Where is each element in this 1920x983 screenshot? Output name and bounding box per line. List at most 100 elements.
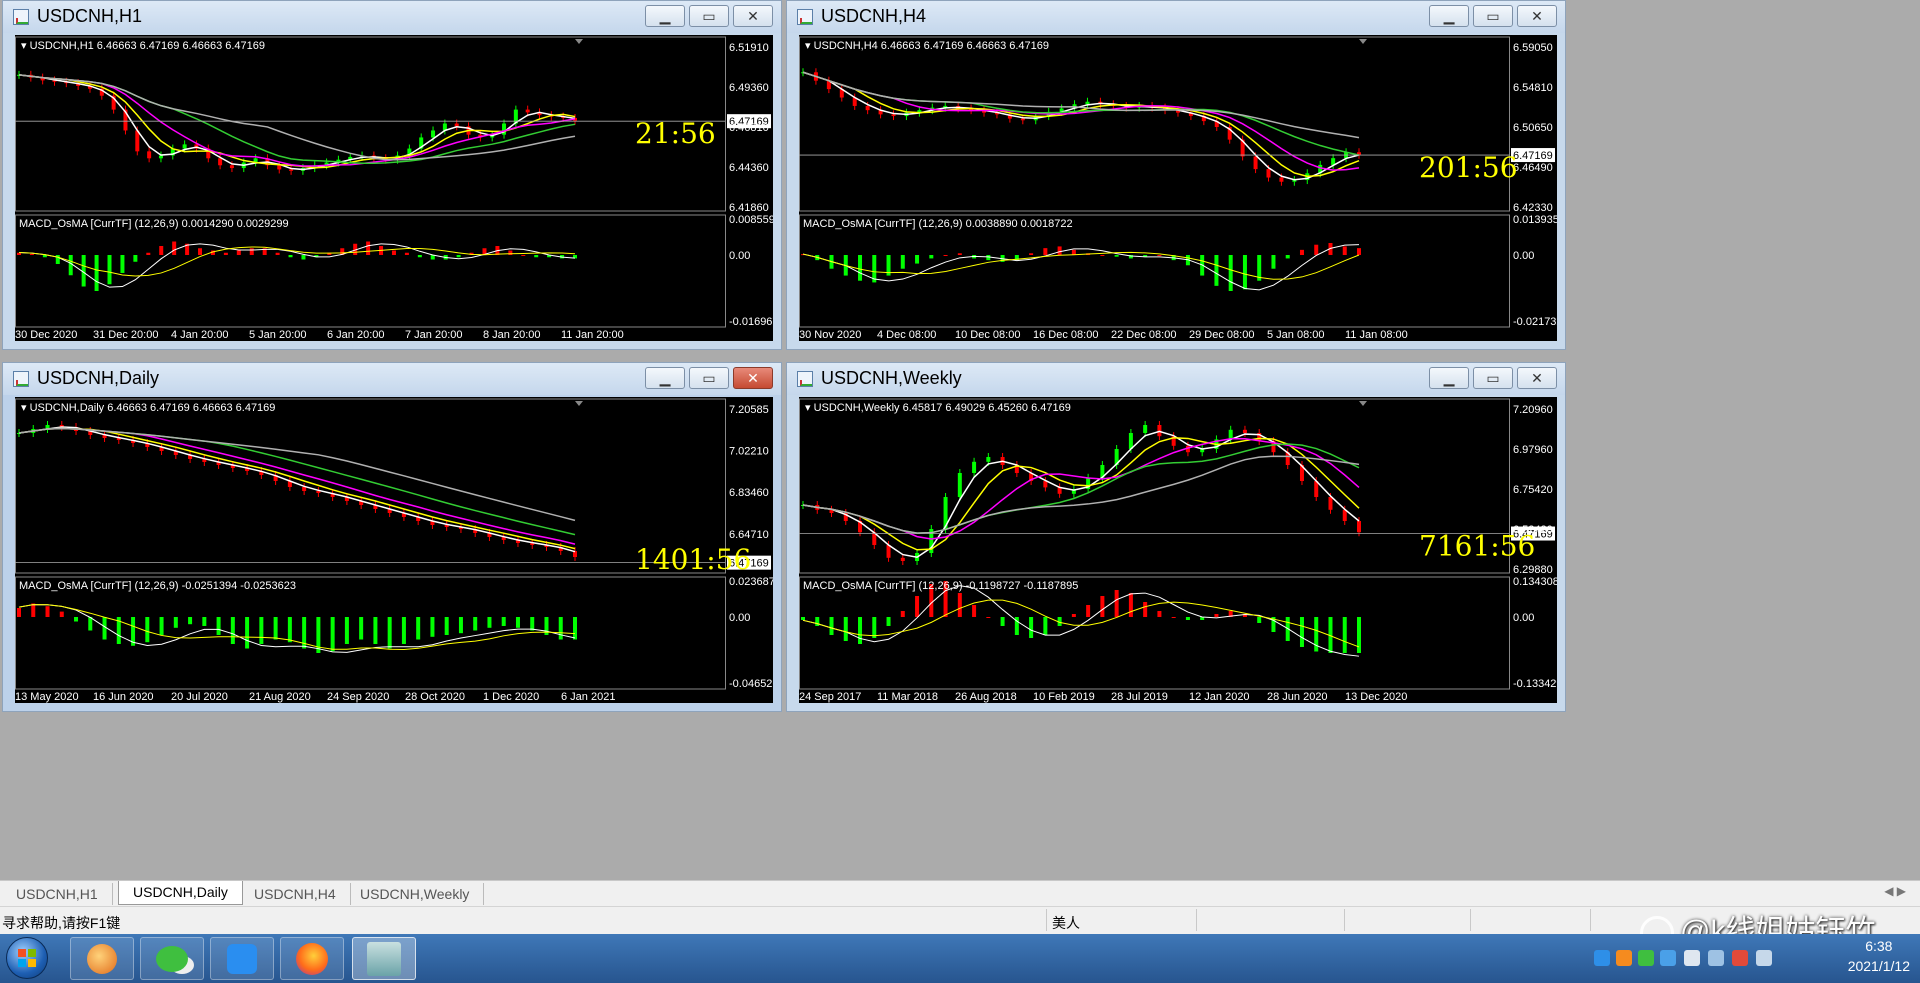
- price-tick-label: 6.50650: [1513, 122, 1553, 134]
- minimize-button[interactable]: ▁: [1429, 5, 1469, 27]
- taskbar-app-trading-terminal[interactable]: [352, 937, 416, 980]
- time-axis-label: 7 Jan 20:00: [405, 329, 463, 341]
- tray-icon-4[interactable]: [1660, 950, 1676, 966]
- close-button[interactable]: ✕: [1517, 367, 1557, 389]
- minimize-button[interactable]: ▁: [645, 367, 685, 389]
- status-profile: 美人: [1052, 915, 1080, 931]
- macd-histogram-bar: [872, 617, 877, 638]
- chart-window-daily[interactable]: USDCNH,Daily ▁ ▭ ✕ 6.47169 7.20585 7.02210…: [2, 362, 782, 712]
- tab-scroll-arrows[interactable]: ◀ ▶: [1884, 884, 1906, 898]
- window-titlebar[interactable]: USDCNH,Daily ▁ ▭ ✕: [3, 363, 781, 395]
- macd-signal-line: [18, 246, 576, 277]
- time-axis-label: 12 Jan 2020: [1189, 691, 1250, 703]
- window-titlebar[interactable]: USDCNH,Weekly ▁ ▭ ✕: [787, 363, 1565, 395]
- main-pane-frame: [799, 36, 1510, 212]
- tray-icon-2[interactable]: [1616, 950, 1632, 966]
- chart-canvas[interactable]: 6.47169 7.20585 7.02210 6.83460 6.64710 ▾ USD…: [15, 397, 773, 703]
- maximize-button[interactable]: ▭: [1473, 367, 1513, 389]
- candle-body: [431, 130, 436, 138]
- price-chart-svg[interactable]: 6.471696.519106.493606.468106.443606.418…: [15, 35, 773, 341]
- candle-body: [1266, 169, 1271, 178]
- taskbar-app-browser[interactable]: [70, 937, 134, 980]
- taskbar-clock[interactable]: 6:38 2021/1/12: [1848, 936, 1910, 976]
- macd-histogram-bar: [404, 252, 409, 255]
- close-button[interactable]: ✕: [733, 5, 773, 27]
- tab-usdcnh-h4[interactable]: USDCNH,H4: [240, 883, 351, 905]
- macd-histogram-bar: [444, 617, 449, 635]
- price-chart-svg[interactable]: 6.471697.205857.022106.834606.64710▾ USD…: [15, 397, 773, 703]
- macd-histogram-bar: [1342, 246, 1347, 255]
- close-button[interactable]: ✕: [733, 367, 773, 389]
- macd-histogram-bar: [915, 255, 920, 264]
- macd-histogram-bar: [530, 617, 535, 631]
- tray-wechat-icon[interactable]: [1638, 950, 1654, 966]
- macd-histogram-bar: [900, 255, 905, 269]
- macd-signal-line: [802, 585, 1360, 657]
- tray-network-icon[interactable]: [1708, 950, 1724, 966]
- taskbar-app-firefox[interactable]: [280, 937, 344, 980]
- tab-usdcnh-h1[interactable]: USDCNH,H1: [2, 883, 113, 905]
- time-axis-label: 8 Jan 20:00: [483, 329, 541, 341]
- candle-body: [525, 109, 530, 113]
- candle-body: [1085, 101, 1090, 105]
- macd-histogram-bar: [275, 252, 280, 255]
- maximize-button[interactable]: ▭: [1473, 5, 1513, 27]
- chart-window-h1[interactable]: USDCNH,H1 ▁ ▭ ✕ 6.47169 6.51910 6.49360 6.4…: [2, 0, 782, 350]
- tray-icon-1[interactable]: [1594, 950, 1610, 966]
- taskbar-app-wechat[interactable]: [140, 937, 204, 980]
- maximize-button[interactable]: ▭: [689, 5, 729, 27]
- price-tick-label: 6.51910: [729, 42, 769, 54]
- macd-histogram-bar: [401, 617, 406, 644]
- tray-shield-icon[interactable]: [1684, 950, 1700, 966]
- macd-signal-line: [18, 243, 576, 288]
- macd-histogram-bar: [1029, 253, 1034, 255]
- tray-signal-icon[interactable]: [1756, 950, 1772, 966]
- candle-body: [1253, 156, 1258, 170]
- time-axis-label: 28 Jul 2019: [1111, 691, 1168, 703]
- tab-usdcnh-weekly[interactable]: USDCNH,Weekly: [346, 883, 485, 905]
- price-tick-label: 7.20585: [729, 404, 769, 416]
- macd-histogram-bar: [245, 617, 250, 649]
- chart-window-h4[interactable]: USDCNH,H4 ▁ ▭ ✕ 6.47169 6.59050 6.54810 6.5…: [786, 0, 1566, 350]
- maximize-button[interactable]: ▭: [689, 367, 729, 389]
- chart-canvas[interactable]: 6.47169 7.20960 6.97960 6.75420 6.52420 6.298…: [799, 397, 1557, 703]
- macd-histogram-bar: [288, 255, 293, 258]
- window-titlebar[interactable]: USDCNH,H1 ▁ ▭ ✕: [3, 1, 781, 33]
- time-axis-label: 16 Jun 2020: [93, 691, 154, 703]
- one-click-arrow-icon[interactable]: [575, 39, 583, 44]
- moving-average-line: [802, 71, 1360, 171]
- firefox-icon: [296, 942, 328, 975]
- tray-volume-muted-icon[interactable]: [1732, 950, 1748, 966]
- one-click-arrow-icon[interactable]: [1359, 401, 1367, 406]
- close-button[interactable]: ✕: [1517, 5, 1557, 27]
- price-chart-svg[interactable]: 6.471697.209606.979606.754206.524206.298…: [799, 397, 1557, 703]
- tab-usdcnh-daily[interactable]: USDCNH,Daily: [118, 881, 243, 905]
- minimize-button[interactable]: ▁: [1429, 367, 1469, 389]
- macd-tick-label: -0.0169673: [729, 316, 773, 328]
- window-titlebar[interactable]: USDCNH,H4 ▁ ▭ ✕: [787, 1, 1565, 33]
- moving-average-line: [802, 71, 1360, 178]
- taskbar-app-notes[interactable]: [210, 937, 274, 980]
- chart-canvas[interactable]: 6.47169 6.51910 6.49360 6.46810 6.44360 6.418…: [15, 35, 773, 341]
- status-divider: [1470, 909, 1471, 931]
- macd-histogram-bar: [330, 617, 335, 652]
- window-controls: ▁ ▭ ✕: [645, 5, 773, 27]
- start-button[interactable]: [6, 937, 48, 979]
- chart-window-weekly[interactable]: USDCNH,Weekly ▁ ▭ ✕ 6.47169 7.20960 6.9796…: [786, 362, 1566, 712]
- price-chart-svg[interactable]: 6.47169 6.59050 6.54810 6.50650 6.46490 6.423…: [799, 35, 1557, 341]
- one-click-arrow-icon[interactable]: [1359, 39, 1367, 44]
- macd-tick-label: 0.00: [1513, 250, 1534, 262]
- macd-histogram-bar: [359, 617, 364, 640]
- one-click-arrow-icon[interactable]: [575, 401, 583, 406]
- macd-histogram-bar: [1314, 244, 1319, 255]
- macd-label: MACD_OsMA [CurrTF] (12,26,9) 0.0014290 0…: [19, 218, 289, 230]
- minimize-button[interactable]: ▁: [645, 5, 685, 27]
- macd-histogram-bar: [1114, 255, 1119, 257]
- macd-label: MACD_OsMA [CurrTF] (12,26,9) -0.1198727 …: [803, 580, 1078, 592]
- macd-histogram-bar: [198, 248, 203, 255]
- symbol-header: ▾ USDCNH,H4 6.46663 6.47169 6.46663 6.47…: [805, 40, 1049, 52]
- chart-canvas[interactable]: 6.47169 6.59050 6.54810 6.50650 6.46490 6.423…: [799, 35, 1557, 341]
- macd-histogram-bar: [1171, 617, 1176, 618]
- price-tick-label: 6.59050: [1513, 42, 1553, 54]
- moving-average-line: [802, 455, 1360, 534]
